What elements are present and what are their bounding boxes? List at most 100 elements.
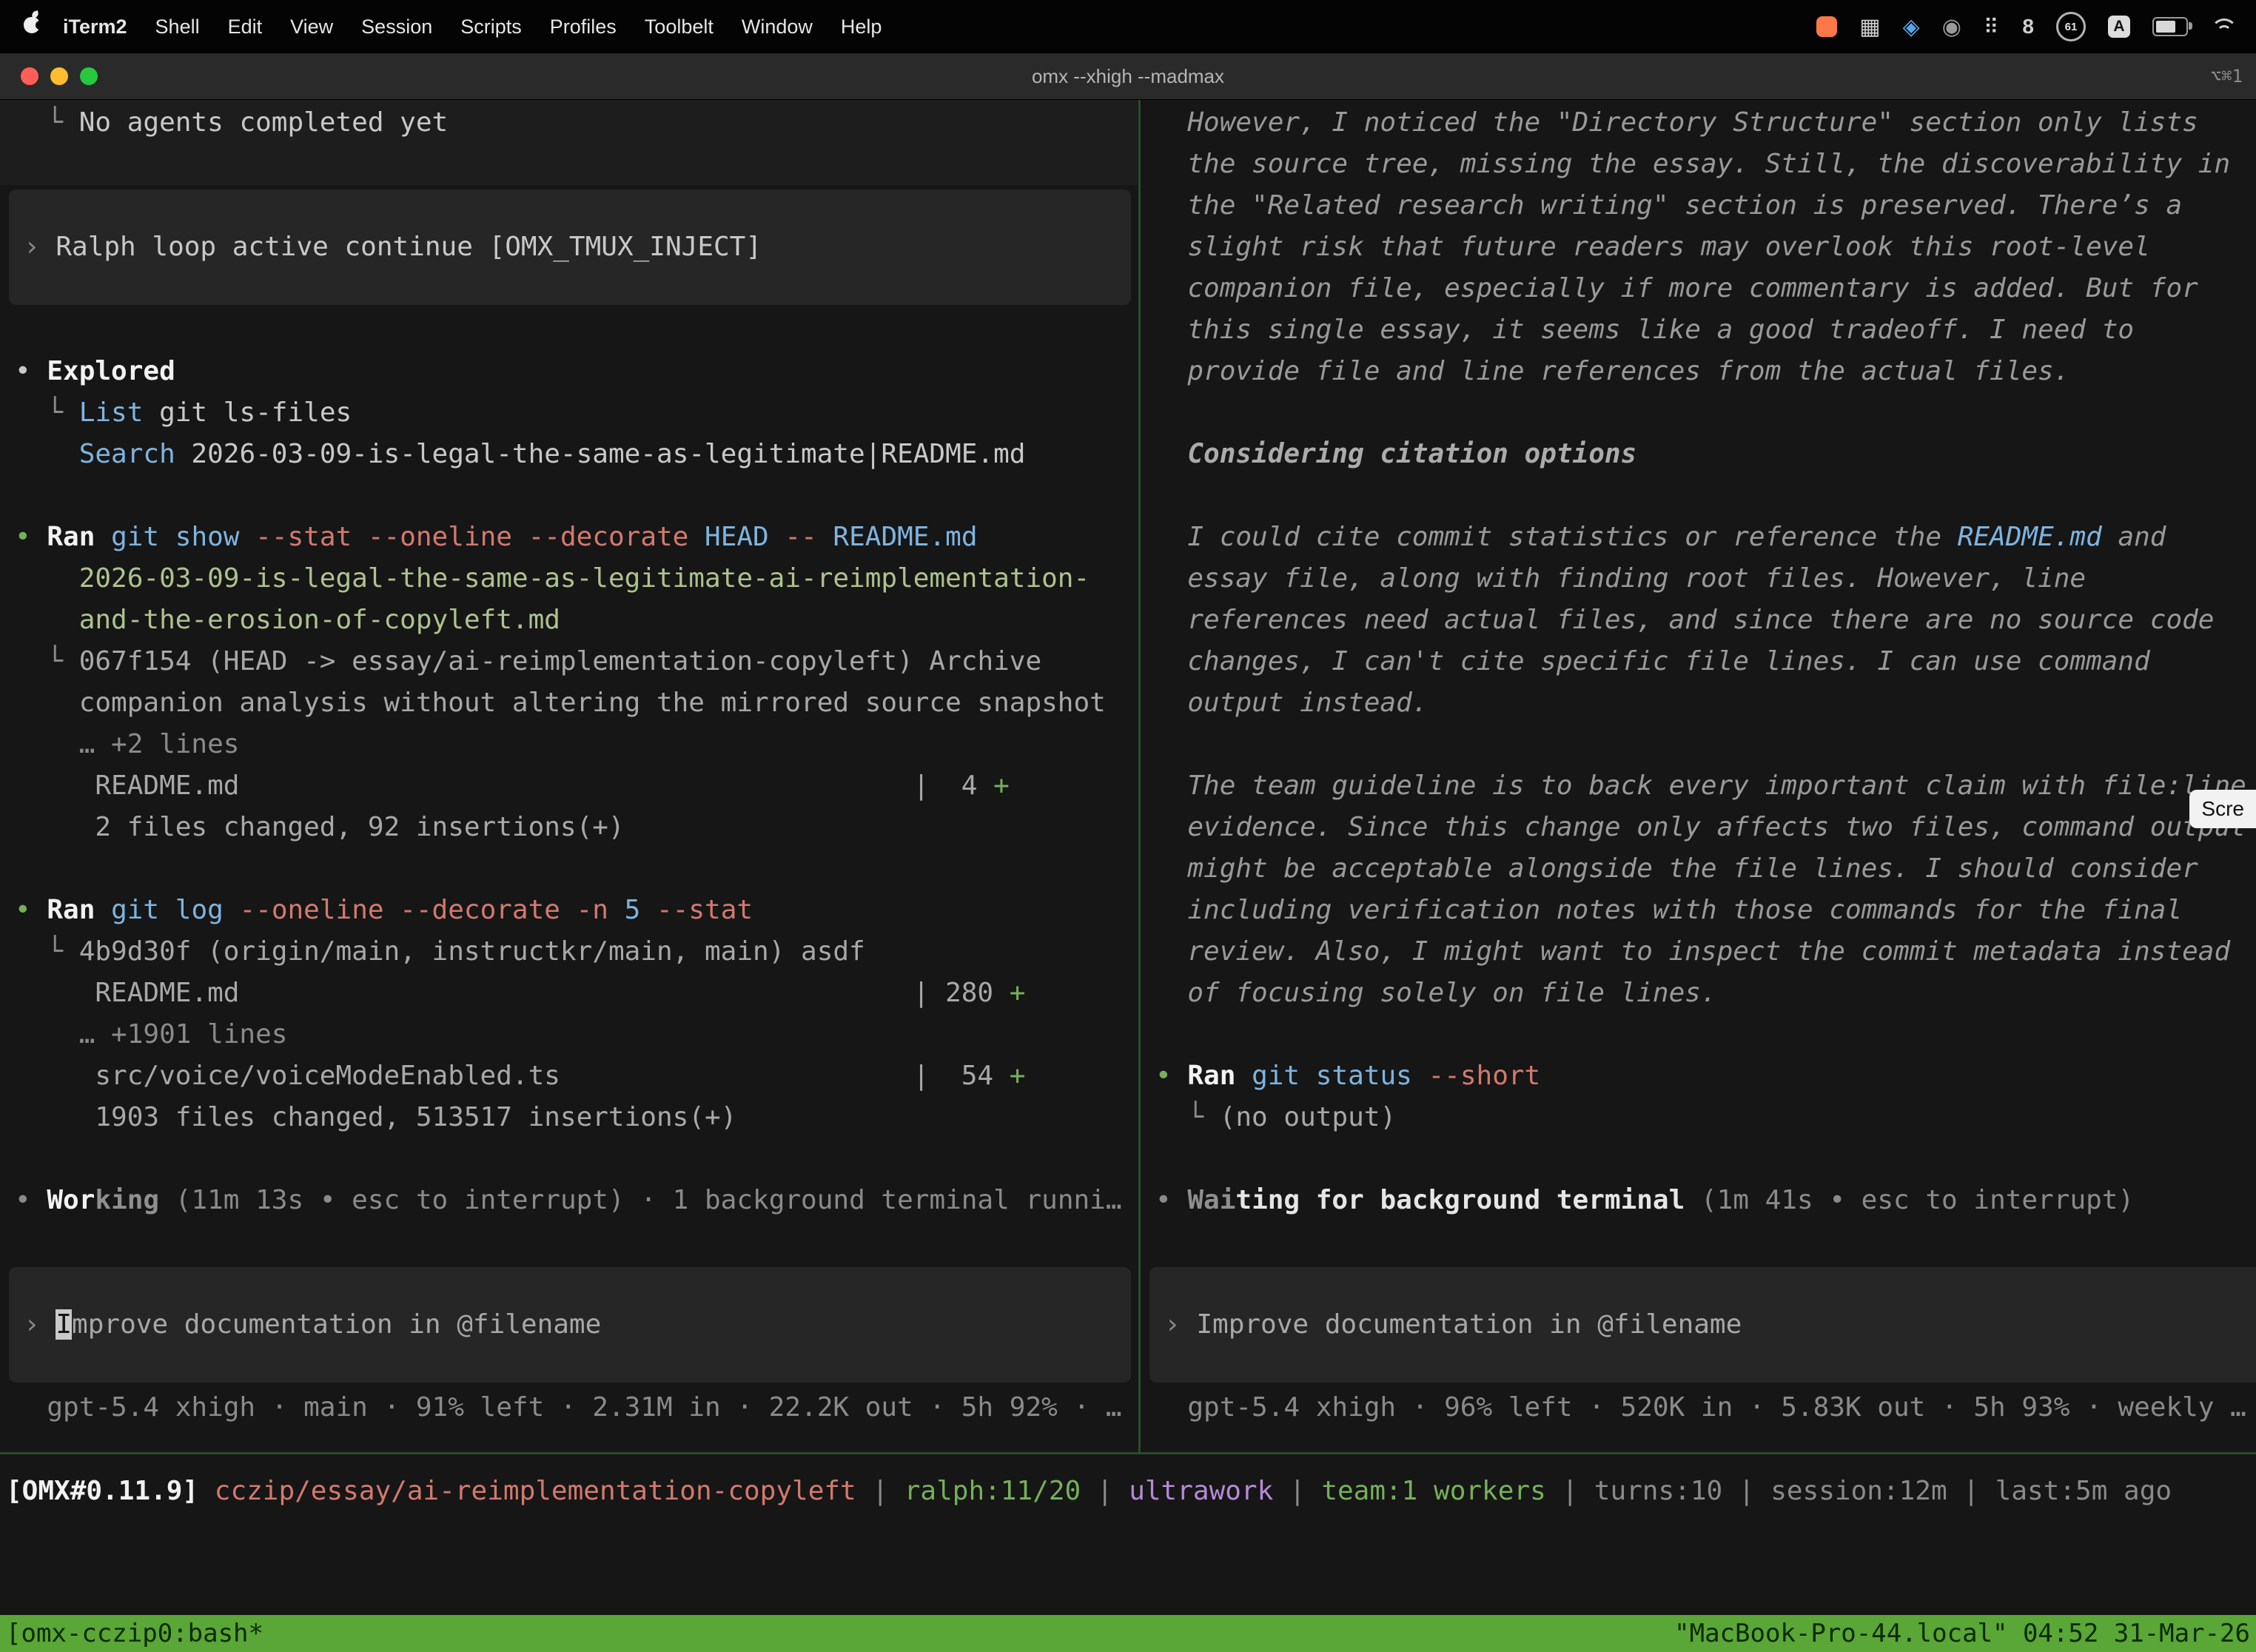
menu-window[interactable]: Window	[728, 16, 827, 38]
text-segment: provide file and line references from th…	[1155, 356, 2069, 386]
text-segment: git show	[111, 522, 239, 552]
terminal-line	[0, 475, 1138, 517]
dots-grid-icon[interactable]: ⠿	[1984, 15, 2001, 39]
omx-status-line: [OMX#0.11.9] cczip/essay/ai-reimplementa…	[6, 1471, 2172, 1512]
traffic-lights	[21, 67, 98, 85]
menu-session[interactable]: Session	[347, 16, 446, 38]
terminal-line	[0, 309, 1138, 351]
input-source-icon[interactable]: A	[2108, 16, 2130, 38]
prompt-line: › Ralph loop active continue [OMX_TMUX_I…	[9, 226, 762, 268]
menu-shell[interactable]: Shell	[141, 16, 214, 38]
close-button[interactable]	[21, 67, 38, 85]
terminal-line: references need actual files, and since …	[1141, 600, 2256, 641]
text-segment: Explored	[47, 356, 175, 386]
text-segment: ultrawork	[1129, 1476, 1273, 1506]
spotlight-blue-icon[interactable]: ◈	[1903, 14, 1920, 40]
stats-icon[interactable]: 8	[2022, 15, 2034, 38]
text-segment: of focusing solely on file lines.	[1155, 978, 1717, 1008]
text-segment: Improve documentation in @filename	[1196, 1309, 1742, 1340]
terminal-line: and-the-erosion-of-copyleft.md	[0, 600, 1138, 641]
terminal-line: The team guideline is to back every impo…	[1141, 765, 2256, 807]
screen-recording-indicator[interactable]	[1816, 16, 1837, 37]
right-terminal-pane[interactable]: However, I noticed the "Directory Struct…	[1141, 99, 2256, 1452]
terminal-line: provide file and line references from th…	[1141, 351, 2256, 392]
text-segment: team:1 workers	[1321, 1476, 1545, 1506]
text-segment: src/voice/voiceModeEnabled.ts | 54	[15, 1061, 1010, 1091]
terminal-line: README.md | 280 +	[0, 973, 1138, 1014]
text-segment: Ran	[47, 522, 95, 552]
text-segment: •	[1155, 1185, 1187, 1215]
text-segment: |	[1546, 1476, 1594, 1506]
battery-icon[interactable]	[2152, 17, 2188, 36]
text-segment: README.md | 280	[15, 978, 1010, 1008]
command-input[interactable]: › Improve documentation in @filename	[9, 1267, 1131, 1383]
menu-view[interactable]: View	[276, 16, 347, 38]
menu-status-icons: ▦ ◈ ◉ ⠿ 8 61 A	[1816, 12, 2256, 41]
terminal-line	[1141, 1221, 2256, 1263]
text-segment: README.md	[817, 522, 978, 552]
text-segment: +	[993, 770, 1010, 801]
menu-edit[interactable]: Edit	[214, 16, 277, 38]
screen-button[interactable]: Scre	[2189, 790, 2256, 828]
minimize-button[interactable]	[50, 67, 68, 85]
text-segment	[15, 605, 79, 635]
tmux-status-bar: [omx-cczip0:bash* "MacBook-Pro-44.local"…	[0, 1615, 2256, 1652]
terminal-line	[0, 144, 1138, 185]
text-segment: I could cite commit statistics or refere…	[1155, 522, 1958, 552]
text-segment	[95, 895, 111, 925]
apple-icon[interactable]	[24, 17, 40, 33]
left-pane-content: › Ralph loop active continue [OMX_TMUX_I…	[0, 189, 1138, 1428]
terminal-line: README.md | 4 +	[0, 765, 1138, 807]
window-title-bar[interactable]: omx --xhigh --madmax ⌥⌘1	[0, 53, 2256, 100]
text-segment: and-the-erosion-of-copyleft.md	[79, 605, 560, 635]
terminal-line: src/voice/voiceModeEnabled.ts | 54 +	[0, 1055, 1138, 1097]
text-segment: --stat	[640, 895, 753, 925]
text-segment: … +2 lines	[15, 729, 239, 759]
terminal-line: However, I noticed the "Directory Struct…	[1141, 102, 2256, 144]
terminal-line: 2 files changed, 92 insertions(+)	[0, 807, 1138, 848]
text-segment: |	[856, 1476, 904, 1506]
menu-toolbelt[interactable]: Toolbelt	[631, 16, 728, 38]
gauge-icon[interactable]: 61	[2056, 12, 2086, 41]
terminal-line: • Working (11m 13s • esc to interrupt) ·…	[0, 1180, 1138, 1221]
left-terminal-pane[interactable]: └ No agents completed yet › Ralph loop a…	[0, 99, 1138, 1452]
text-segment: Wai	[1187, 1185, 1235, 1215]
text-segment: •	[15, 1185, 47, 1215]
text-segment: (no output)	[1220, 1102, 1396, 1132]
text-segment: Ralph loop active continue [OMX_TMUX_INJ…	[56, 232, 762, 262]
menu-help[interactable]: Help	[827, 16, 896, 38]
text-segment: git ls-files	[143, 397, 352, 428]
terminal-line: gpt-5.4 xhigh · main · 91% left · 2.31M …	[0, 1387, 1138, 1428]
terminal-line: of focusing solely on file lines.	[1141, 973, 2256, 1014]
text-segment: --	[769, 522, 817, 552]
text-segment: Search	[79, 439, 175, 469]
dark-app-icon[interactable]: ◉	[1942, 14, 1961, 40]
terminal-line: might be acceptable alongside the file l…	[1141, 848, 2256, 890]
prompt-line: › Improve documentation in @filename	[1149, 1304, 1742, 1346]
text-segment: might be acceptable alongside the file l…	[1155, 853, 2198, 884]
terminal-line: the "Related research writing" section i…	[1141, 185, 2256, 226]
text-segment: ›	[1164, 1309, 1196, 1340]
terminal-line	[1141, 1014, 2256, 1055]
menu-bar: iTerm2ShellEditViewSessionScriptsProfile…	[0, 0, 2256, 53]
wifi-icon[interactable]	[2210, 17, 2237, 36]
terminal-line: changes, I can't cite specific file line…	[1141, 641, 2256, 682]
zoom-button[interactable]	[80, 67, 98, 85]
command-input[interactable]: › Improve documentation in @filename	[1149, 1267, 2256, 1383]
text-segment: 2 files changed, 92 insertions(+)	[15, 812, 625, 842]
menu-profiles[interactable]: Profiles	[536, 16, 631, 38]
terminal-line	[1141, 1138, 2256, 1180]
text-segment: +	[1010, 978, 1026, 1008]
text-segment: The team guideline is to back every impo…	[1155, 770, 2246, 801]
menu-scripts[interactable]: Scripts	[446, 16, 536, 38]
grid-icon[interactable]: ▦	[1859, 14, 1880, 40]
text-segment: companion analysis without altering the …	[15, 688, 1106, 718]
text-segment: └	[15, 646, 79, 676]
menu-iterm2[interactable]: iTerm2	[49, 16, 141, 38]
terminal-line: review. Also, I might want to inspect th…	[1141, 931, 2256, 973]
terminal-line: └ 4b9d30f (origin/main, instructkr/main,…	[0, 931, 1138, 973]
text-segment: mprove documentation in @filename	[72, 1309, 601, 1340]
text-segment: gpt-5.4 xhigh · 96% left · 520K in · 5.8…	[1155, 1392, 2246, 1423]
text-segment: HEAD	[688, 522, 768, 552]
text-segment: (11m 13s • esc to interrupt) · 1 backgro…	[159, 1185, 1121, 1215]
